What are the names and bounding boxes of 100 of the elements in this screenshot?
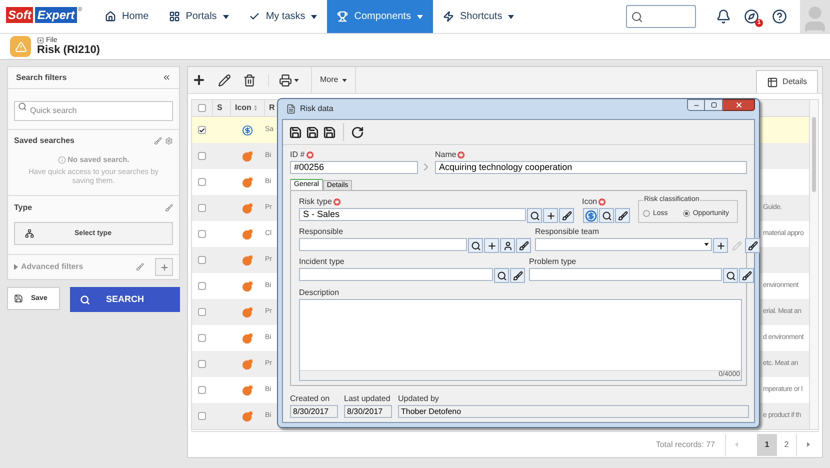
add-filter-button[interactable] xyxy=(155,258,173,276)
plus-button[interactable] xyxy=(543,208,558,223)
brush-icon[interactable] xyxy=(165,204,173,212)
maximize-button[interactable] xyxy=(705,99,723,111)
caret-icon[interactable] xyxy=(294,78,299,82)
search-field[interactable] xyxy=(626,5,696,28)
bomb-icon xyxy=(242,358,252,370)
select-all-checkbox[interactable] xyxy=(198,104,206,112)
plus-button[interactable] xyxy=(484,238,499,253)
incident-type-field[interactable] xyxy=(299,268,493,281)
search-button[interactable] xyxy=(468,238,483,253)
erase-button[interactable] xyxy=(559,208,574,223)
row-checkbox[interactable] xyxy=(198,204,206,212)
plus-button[interactable] xyxy=(713,238,728,253)
row-checkbox[interactable] xyxy=(198,360,206,368)
plus-icon xyxy=(486,240,496,250)
nav-item[interactable]: Portals xyxy=(158,0,239,33)
erase-button[interactable] xyxy=(739,268,754,283)
close-icon xyxy=(734,101,742,109)
left-arrow-icon xyxy=(735,442,738,447)
bomb-icon xyxy=(242,280,252,292)
search-icon xyxy=(496,270,506,280)
maximize-icon xyxy=(710,102,716,108)
search-button[interactable]: SEARCH xyxy=(70,287,180,312)
name-field[interactable]: Acquiring technology cooperation xyxy=(435,161,747,174)
risk-type-field[interactable]: S - Sales xyxy=(299,208,526,221)
pencil-icon[interactable] xyxy=(218,74,231,86)
save-icon[interactable] xyxy=(323,126,336,138)
row-checkbox[interactable] xyxy=(198,412,206,420)
nav-item[interactable]: Shortcuts xyxy=(432,0,524,33)
details-tab[interactable]: Details xyxy=(756,70,818,93)
table-icon xyxy=(766,76,778,88)
close-button[interactable] xyxy=(723,99,755,111)
created-on-field[interactable]: 8/30/2017 xyxy=(290,405,338,418)
settings-icon[interactable] xyxy=(165,137,173,145)
trash-icon[interactable] xyxy=(243,74,256,86)
home-icon xyxy=(105,11,116,22)
quick-search-field[interactable]: Quick search xyxy=(14,100,173,120)
search-icon xyxy=(631,10,643,22)
column-header[interactable]: S xyxy=(217,102,222,114)
save-icon[interactable] xyxy=(289,126,302,138)
section-title: Saved searches xyxy=(14,135,74,147)
last-updated-field[interactable]: 8/30/2017 xyxy=(344,405,392,418)
dollar-icon xyxy=(584,210,596,222)
refresh-icon[interactable] xyxy=(351,126,364,138)
help-icon[interactable] xyxy=(772,9,787,24)
search-button[interactable] xyxy=(723,268,738,283)
page-button[interactable]: 1 xyxy=(757,434,777,456)
search-button[interactable] xyxy=(527,208,542,223)
id-field[interactable]: #00256 xyxy=(290,161,418,174)
bomb-icon xyxy=(242,150,252,162)
row-checkbox[interactable] xyxy=(198,178,206,186)
page-title: Risk (RI210) xyxy=(37,45,100,56)
field-label: Problem type xyxy=(529,258,576,266)
nav-item[interactable]: My tasks xyxy=(238,0,328,33)
column-header[interactable]: R xyxy=(269,102,275,114)
row-checkbox[interactable] xyxy=(198,256,206,264)
compass-icon[interactable] xyxy=(744,9,759,24)
more-button[interactable]: More xyxy=(311,67,356,93)
nav-item[interactable]: Components xyxy=(327,0,433,33)
radio-button[interactable] xyxy=(682,210,690,218)
updated-by-field[interactable]: Thober Detofeno xyxy=(398,405,749,418)
expand-icon[interactable] xyxy=(37,37,44,44)
problem-type-field[interactable] xyxy=(529,268,722,281)
radio-button[interactable] xyxy=(643,210,650,218)
field-label: Updated by xyxy=(398,395,439,403)
row-checkbox[interactable] xyxy=(198,308,206,316)
search-button[interactable] xyxy=(494,268,509,283)
erase-button[interactable] xyxy=(516,238,531,253)
brush-icon xyxy=(742,270,752,280)
save-icon[interactable] xyxy=(306,126,319,138)
scrollbar-thumb[interactable] xyxy=(812,117,816,192)
erase-button[interactable] xyxy=(615,208,630,223)
column-header[interactable]: Icon xyxy=(235,102,252,114)
field-label: Description xyxy=(299,289,340,297)
brush-icon[interactable] xyxy=(136,263,144,272)
user-button[interactable] xyxy=(500,238,515,253)
bell-icon[interactable] xyxy=(716,9,731,24)
erase-button[interactable] xyxy=(745,238,760,253)
responsible-field[interactable] xyxy=(299,238,467,251)
expand-arrow-icon[interactable] xyxy=(14,264,18,270)
dollar-icon xyxy=(242,124,252,136)
row-checkbox[interactable] xyxy=(198,126,206,134)
brush-icon[interactable] xyxy=(154,137,162,145)
icon-picker-button[interactable] xyxy=(583,208,598,223)
row-checkbox[interactable] xyxy=(198,334,206,342)
search-button[interactable] xyxy=(599,208,614,223)
page-button[interactable]: 2 xyxy=(777,434,797,456)
collapse-icon[interactable] xyxy=(162,73,171,82)
add-icon[interactable] xyxy=(192,73,206,87)
row-checkbox[interactable] xyxy=(198,282,206,290)
dialog-title: Risk data xyxy=(300,103,334,115)
row-checkbox[interactable] xyxy=(198,152,206,160)
row-checkbox[interactable] xyxy=(198,230,206,238)
row-checkbox[interactable] xyxy=(198,386,206,394)
panel-title: Search filters xyxy=(16,72,67,84)
printer-icon[interactable] xyxy=(279,74,292,86)
erase-button[interactable] xyxy=(510,268,525,283)
brush-icon xyxy=(618,210,628,220)
nav-item[interactable]: Home xyxy=(95,0,159,33)
